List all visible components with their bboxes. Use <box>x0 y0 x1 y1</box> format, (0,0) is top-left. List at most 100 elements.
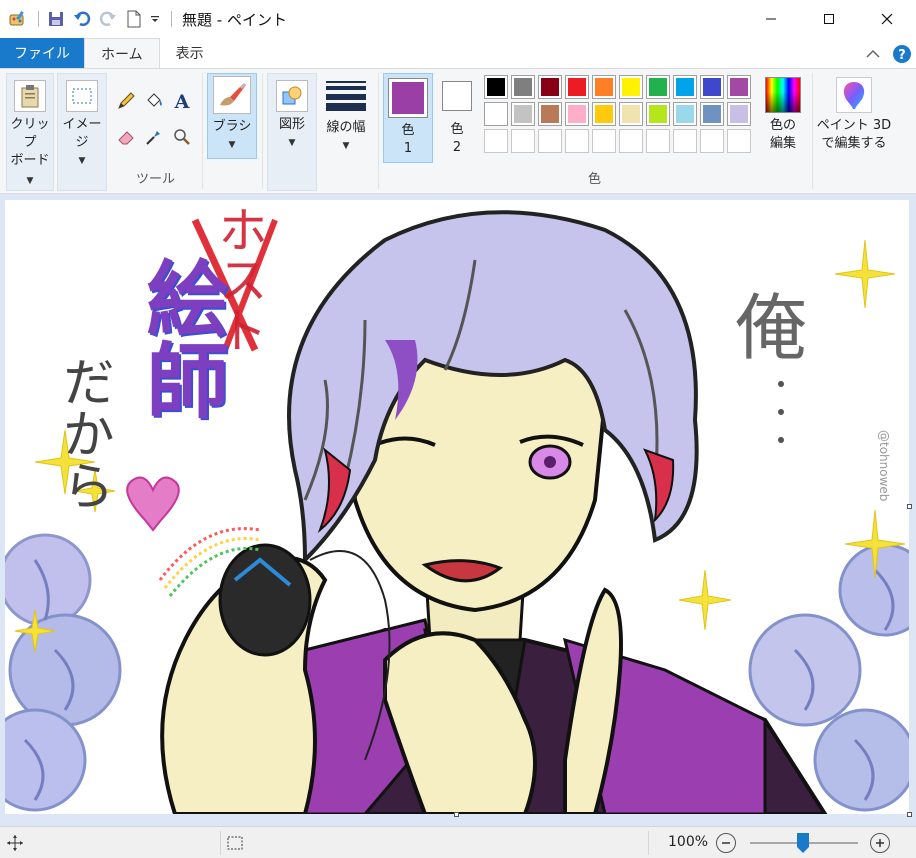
zoom-slider-thumb[interactable] <box>797 833 809 853</box>
palette-swatch-empty[interactable] <box>565 129 589 153</box>
color-palette <box>484 75 756 159</box>
palette-swatch-empty[interactable] <box>511 129 535 153</box>
new-document-icon[interactable] <box>123 8 145 30</box>
size-button[interactable]: 線の幅 ▼ <box>320 73 372 159</box>
palette-swatch[interactable] <box>565 102 589 126</box>
minimize-button[interactable] <box>742 0 800 38</box>
chevron-down-icon: ▼ <box>228 140 236 150</box>
canvas-workspace[interactable]: 絵師 だから ホスト 俺 ・・・ @tohnoweb <box>0 194 916 826</box>
palette-swatch-empty[interactable] <box>727 129 751 153</box>
resize-handle-right[interactable] <box>907 504 912 509</box>
status-separator <box>220 831 221 855</box>
palette-swatch[interactable] <box>727 75 751 99</box>
zoom-slider[interactable] <box>750 833 858 853</box>
palette-swatch[interactable] <box>619 102 643 126</box>
palette-swatch[interactable] <box>673 75 697 99</box>
brushes-label: ブラシ <box>212 119 252 134</box>
palette-swatch[interactable] <box>511 102 535 126</box>
save-icon[interactable] <box>45 8 67 30</box>
palette-swatch-empty[interactable] <box>484 129 508 153</box>
palette-swatch[interactable] <box>673 102 697 126</box>
image-button[interactable]: イメージ ▼ <box>57 73 107 191</box>
tab-home[interactable]: ホーム <box>84 38 160 68</box>
size-label: 線の幅 <box>326 120 366 135</box>
shapes-button[interactable]: 図形 ▼ <box>267 73 317 191</box>
color1-label-line2: 1 <box>403 141 413 156</box>
cursor-position-icon <box>6 834 24 856</box>
palette-swatch[interactable] <box>511 75 535 99</box>
palette-swatch-empty[interactable] <box>646 129 670 153</box>
edit-colors-label-line2: 編集 <box>769 136 796 151</box>
resize-handle-corner[interactable] <box>907 812 912 817</box>
canvas-signature: @tohnoweb <box>877 430 891 502</box>
zoom-out-button[interactable] <box>716 833 736 853</box>
color2-button[interactable]: 色 2 <box>435 73 479 163</box>
help-icon[interactable]: ? <box>892 44 912 64</box>
tab-file[interactable]: ファイル <box>0 38 84 68</box>
zoom-in-button[interactable] <box>870 833 890 853</box>
palette-swatch[interactable] <box>484 75 508 99</box>
palette-swatch[interactable] <box>538 102 562 126</box>
palette-swatch[interactable] <box>592 75 616 99</box>
quick-access-toolbar <box>0 0 178 38</box>
palette-swatch-empty[interactable] <box>592 129 616 153</box>
resize-handle-bottom[interactable] <box>454 812 459 817</box>
group-separator <box>812 73 813 189</box>
fill-bucket-tool[interactable] <box>142 89 166 113</box>
drawing-canvas[interactable]: 絵師 だから ホスト 俺 ・・・ @tohnoweb <box>5 200 909 814</box>
tab-view[interactable]: 表示 <box>160 38 220 68</box>
palette-swatch[interactable] <box>538 75 562 99</box>
group-separator <box>378 73 379 189</box>
palette-swatch[interactable] <box>700 75 724 99</box>
redo-icon[interactable] <box>97 8 119 30</box>
plus-icon <box>876 839 884 847</box>
clipboard-label-line2: ボード ▼ <box>10 153 50 186</box>
clipboard-button[interactable]: クリップ ボード ▼ <box>6 73 54 191</box>
paint3d-button[interactable]: ペイント 3D で編集する <box>816 73 892 163</box>
eraser-tool[interactable] <box>114 125 138 149</box>
status-separator <box>648 831 649 855</box>
line-width-icon <box>326 79 366 113</box>
palette-swatch[interactable] <box>565 75 589 99</box>
palette-swatch-empty[interactable] <box>619 129 643 153</box>
color-picker-tool[interactable] <box>142 125 166 149</box>
color2-label-line1: 色 <box>450 122 464 137</box>
undo-icon[interactable] <box>71 8 93 30</box>
svg-text:?: ? <box>898 48 906 63</box>
collapse-ribbon-icon[interactable] <box>866 49 880 59</box>
palette-swatch-empty[interactable] <box>538 129 562 153</box>
customize-toolbar-icon[interactable] <box>149 8 161 30</box>
group-separator <box>202 73 203 189</box>
palette-swatch[interactable] <box>646 102 670 126</box>
chevron-down-icon: ▼ <box>288 138 296 148</box>
text-tool[interactable]: A <box>170 89 194 113</box>
zoom-level-text: 100% <box>668 834 709 850</box>
color1-preview <box>388 78 428 118</box>
chevron-down-icon: ▼ <box>78 156 86 166</box>
tools-group-label: ツール <box>136 172 176 187</box>
magnifier-tool[interactable] <box>170 125 194 149</box>
canvas-text-ore: 俺 <box>735 286 808 370</box>
palette-swatch[interactable] <box>592 102 616 126</box>
palette-swatch-empty[interactable] <box>673 129 697 153</box>
pencil-tool[interactable] <box>114 89 138 113</box>
maximize-button[interactable] <box>800 0 858 38</box>
toolbar-separator <box>38 11 39 27</box>
brushes-button[interactable]: ブラシ ▼ <box>207 73 257 159</box>
close-button[interactable] <box>858 0 916 38</box>
edit-colors-button[interactable]: 色の 編集 <box>760 73 806 163</box>
color1-button[interactable]: 色 1 <box>383 73 433 163</box>
palette-swatch[interactable] <box>619 75 643 99</box>
shapes-icon <box>276 80 308 112</box>
palette-swatch[interactable] <box>646 75 670 99</box>
palette-swatch-empty[interactable] <box>700 129 724 153</box>
clipboard-label-line1: クリップ <box>10 117 50 150</box>
palette-swatch[interactable] <box>484 102 508 126</box>
maximize-icon <box>824 14 834 24</box>
roses-left <box>5 533 122 812</box>
palette-swatch[interactable] <box>700 102 724 126</box>
palette-swatch[interactable] <box>727 102 751 126</box>
window-title: 無題 - ペイント <box>182 10 287 29</box>
pencil-icon[interactable] <box>114 157 138 181</box>
paint-app-icon[interactable] <box>6 8 28 30</box>
